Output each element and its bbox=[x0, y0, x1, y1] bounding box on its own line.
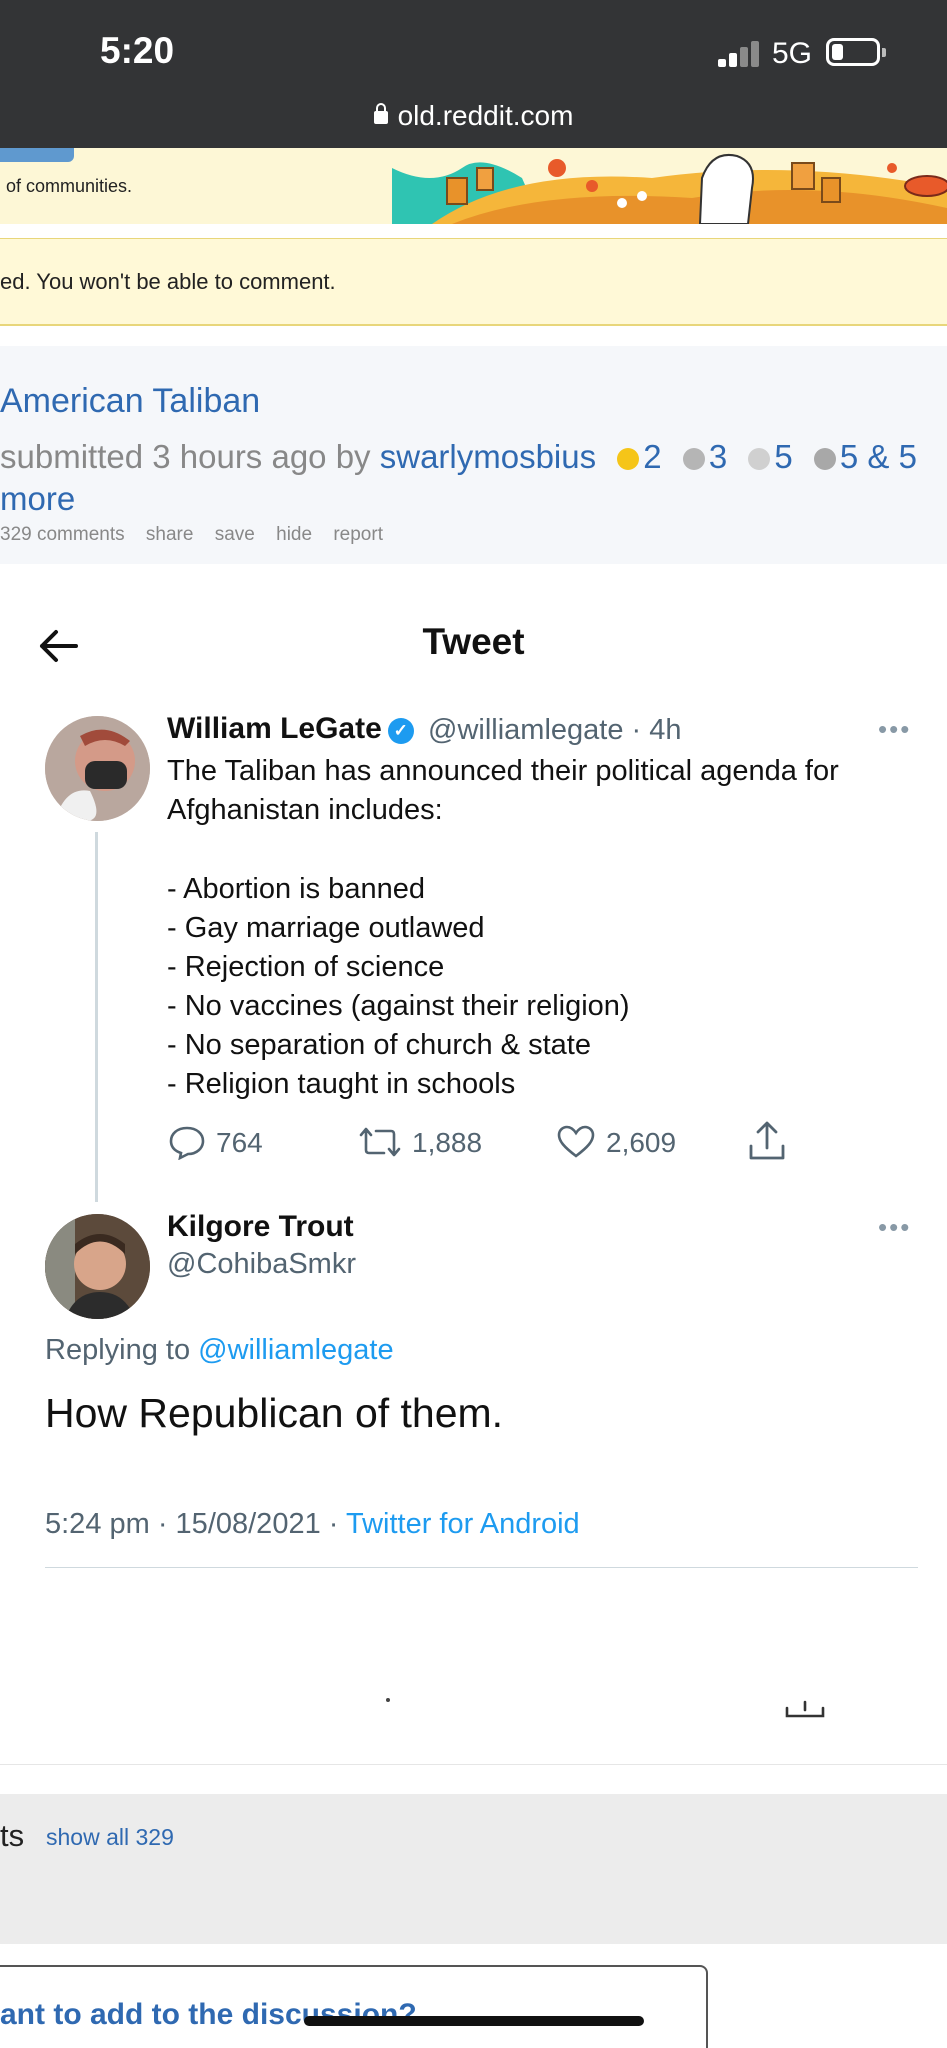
save-link[interactable]: save bbox=[215, 524, 255, 545]
battery-icon bbox=[826, 38, 886, 66]
reply-text: How Republican of them. bbox=[45, 1390, 504, 1436]
like-stat: 2,609 bbox=[556, 1124, 676, 1160]
banner-text: of communities. bbox=[6, 176, 133, 196]
share-link[interactable]: share bbox=[146, 524, 194, 545]
award-silver-icon[interactable] bbox=[813, 448, 836, 470]
signal-icon bbox=[718, 41, 760, 67]
list-item: - No separation of church & state bbox=[167, 1029, 591, 1061]
verified-icon: ✓ bbox=[387, 718, 414, 744]
award-helpful-icon[interactable] bbox=[617, 448, 640, 470]
home-indicator[interactable] bbox=[304, 2016, 644, 2026]
client-link: Twitter for Android bbox=[345, 1508, 580, 1540]
list-item: - No vaccines (against their religion) bbox=[167, 990, 630, 1022]
reply-timestamp: 5:24 pm · 15/08/2021 · Twitter for Andro… bbox=[45, 1508, 580, 1540]
archived-notice-text: ed. You won't be able to comment. bbox=[0, 269, 336, 294]
hide-link[interactable]: hide bbox=[276, 524, 312, 545]
post-image[interactable]: Tweet William LeGate ✓ @williamlegate · 4… bbox=[0, 564, 947, 1764]
more-options-icon: ••• bbox=[878, 1212, 912, 1242]
heart-icon bbox=[557, 1125, 595, 1158]
list-item: - Rejection of science bbox=[167, 951, 445, 983]
award-count: 2 bbox=[643, 438, 662, 475]
award-count: 5 bbox=[774, 438, 793, 475]
archived-notice: ed. You won't be able to comment. bbox=[0, 238, 947, 326]
post-author[interactable]: swarlymosbius bbox=[380, 438, 596, 475]
post-actions: 329 comments share save hide report bbox=[0, 524, 399, 546]
retweet-icon bbox=[359, 1127, 401, 1157]
tweet-author-name: William LeGate ✓ bbox=[167, 712, 414, 746]
mention-link: @williamlegate bbox=[198, 1334, 394, 1366]
more-options-icon: ••• bbox=[878, 714, 912, 744]
reply-stat: 764 bbox=[168, 1124, 263, 1161]
share-icon bbox=[749, 1121, 785, 1160]
post: American Taliban submitted 3 hours ago b… bbox=[0, 346, 947, 564]
avatar bbox=[45, 1214, 150, 1319]
network-type: 5G bbox=[772, 37, 813, 70]
award-count: 5 bbox=[839, 438, 859, 475]
clock: 5:20 bbox=[100, 30, 175, 71]
award-wholesome-icon[interactable] bbox=[682, 448, 705, 470]
banner-tab[interactable] bbox=[0, 148, 74, 162]
show-all-comments-link[interactable]: show all 329 bbox=[46, 1824, 174, 1851]
address-bar[interactable]: old.reddit.com bbox=[0, 100, 947, 132]
comment-prompt: ant to add to the discussion? bbox=[0, 1998, 417, 2031]
avatar bbox=[45, 716, 150, 821]
reply-author-name: Kilgore Trout bbox=[167, 1210, 354, 1243]
reply-author-handle: @CohibaSmkr bbox=[167, 1248, 356, 1280]
thread-line bbox=[95, 832, 98, 1202]
tweet-header: Tweet bbox=[422, 621, 525, 662]
decorative-dot bbox=[386, 1698, 390, 1702]
comments-header: ts show all 329 bbox=[0, 1794, 947, 1944]
banner-illustration bbox=[392, 154, 947, 224]
replying-to: Replying to @williamlegate bbox=[45, 1334, 394, 1366]
award-count: 3 bbox=[708, 438, 728, 475]
separator bbox=[0, 1764, 947, 1794]
reply-icon bbox=[169, 1126, 205, 1161]
lock-icon bbox=[373, 103, 388, 124]
comments-link[interactable]: 329 comments bbox=[0, 524, 125, 545]
comments-label: ts bbox=[0, 1818, 25, 1853]
subreddit-banner: of communities. bbox=[0, 148, 947, 224]
list-item: - Religion taught in schools bbox=[167, 1068, 516, 1100]
page: 5:20 5G old.reddit.com of communities. e… bbox=[0, 0, 947, 2048]
tweet-author-handle: @williamlegate · 4h bbox=[428, 714, 682, 746]
post-meta: submitted 3 hours ago by swarlymosbius 2… bbox=[0, 436, 940, 520]
submitted-text: submitted 3 hours ago by bbox=[0, 438, 371, 475]
tweet-text: The Taliban has announced their politica… bbox=[167, 755, 839, 826]
list-item: - Abortion is banned bbox=[167, 873, 425, 905]
status-bar: 5:20 5G old.reddit.com bbox=[0, 0, 947, 148]
award-laugh-icon[interactable] bbox=[748, 448, 771, 470]
share-icon bbox=[785, 1700, 825, 1718]
divider bbox=[45, 1567, 918, 1568]
tweet-list: - Abortion is banned - Gay marriage outl… bbox=[167, 870, 630, 1104]
retweet-stat: 1,888 bbox=[358, 1124, 482, 1160]
post-title[interactable]: American Taliban bbox=[0, 382, 260, 421]
url-text: old.reddit.com bbox=[397, 100, 574, 131]
list-item: - Gay marriage outlawed bbox=[167, 912, 485, 944]
report-link[interactable]: report bbox=[333, 524, 383, 545]
tweet-time: · 4h bbox=[631, 714, 682, 746]
